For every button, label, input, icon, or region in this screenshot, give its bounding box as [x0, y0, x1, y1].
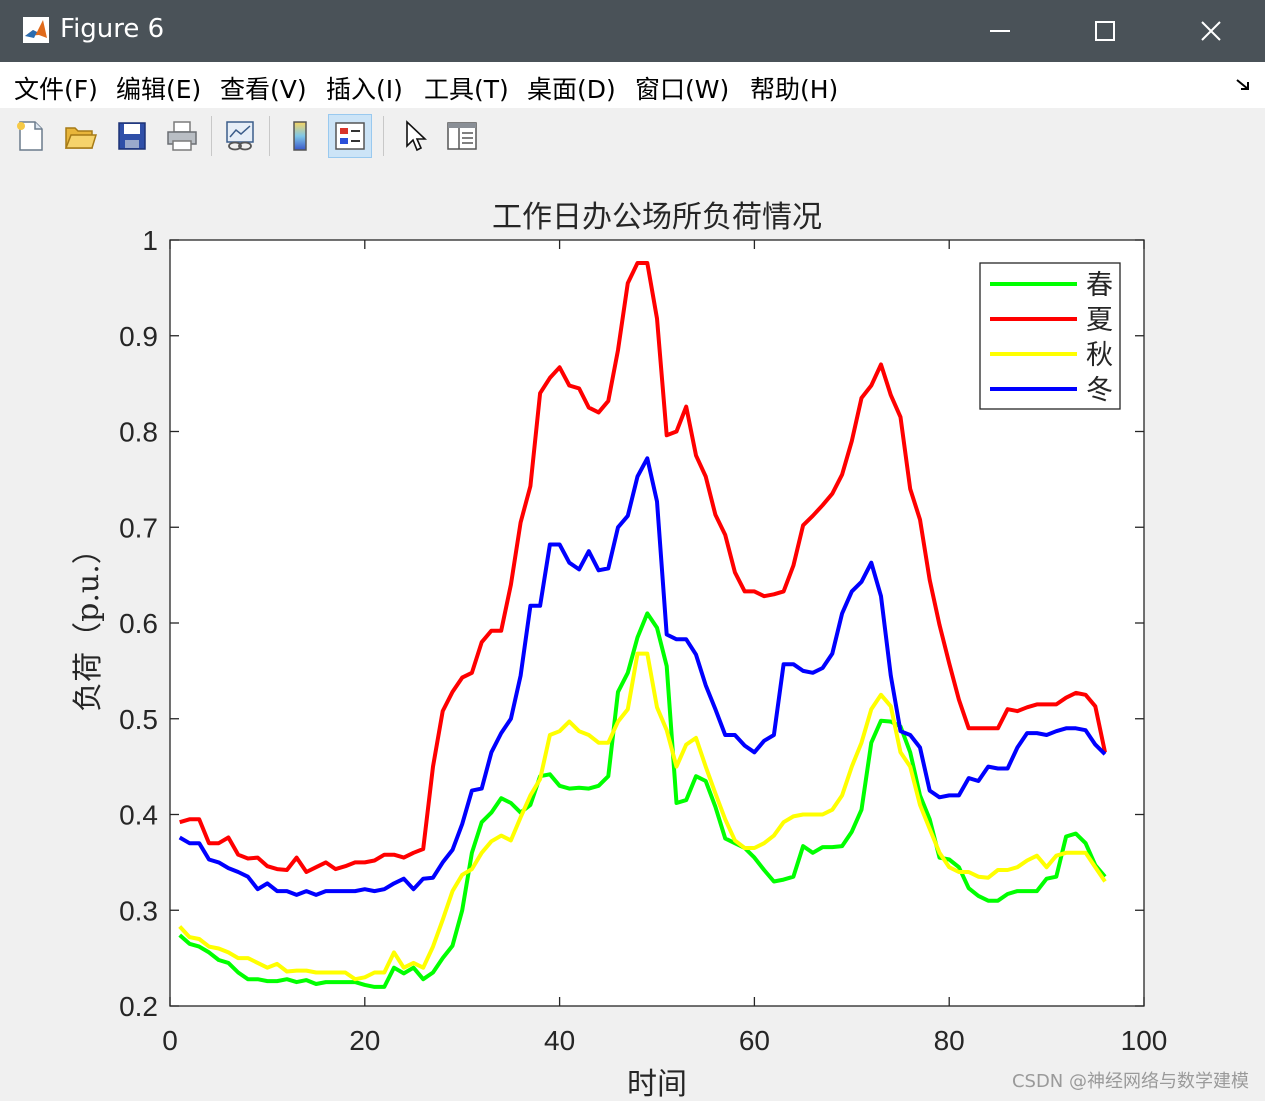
x-tick-label: 60 — [739, 1025, 770, 1056]
y-tick-label: 0.3 — [119, 895, 158, 926]
y-tick-label: 0.2 — [119, 991, 158, 1022]
y-tick-label: 0.9 — [119, 321, 158, 352]
property-inspector-button[interactable] — [440, 114, 484, 158]
legend[interactable]: 春夏秋冬 — [979, 262, 1121, 410]
link-plot-button[interactable] — [218, 114, 262, 158]
close-button[interactable] — [1166, 0, 1256, 62]
minimize-icon — [990, 30, 1010, 32]
x-axis-label: 时间 — [627, 1067, 687, 1101]
x-tick-label: 100 — [1121, 1025, 1168, 1056]
link-plot-icon — [226, 121, 254, 151]
menu-view[interactable]: 查看(V) — [220, 70, 307, 106]
legend-label: 冬 — [1086, 375, 1113, 406]
save-button[interactable] — [110, 114, 154, 158]
y-tick-label: 0.5 — [119, 704, 158, 735]
dock-arrow-icon[interactable] — [1235, 76, 1253, 94]
x-tick-label: 40 — [544, 1025, 575, 1056]
print-icon — [167, 121, 197, 151]
menu-bar: 文件(F) 编辑(E) 查看(V) 插入(I) 工具(T) 桌面(D) 窗口(W… — [0, 62, 1265, 109]
save-icon — [118, 122, 146, 150]
maximize-button[interactable] — [1060, 0, 1150, 62]
legend-label: 春 — [1086, 270, 1113, 301]
toolbar-separator — [211, 116, 212, 156]
x-tick-label: 20 — [349, 1025, 380, 1056]
window-title-bar: Figure 6 — [0, 0, 1265, 62]
property-inspector-icon — [447, 122, 477, 150]
colorbar-icon — [293, 121, 307, 151]
menu-insert[interactable]: 插入(I) — [326, 70, 403, 106]
y-tick-label: 0.6 — [119, 608, 158, 639]
legend-label: 夏 — [1086, 305, 1113, 336]
legend-icon — [335, 122, 365, 150]
window-title: Figure 6 — [60, 14, 165, 44]
pointer-button[interactable] — [392, 114, 436, 158]
menu-edit[interactable]: 编辑(E) — [116, 70, 201, 106]
y-tick-label: 0.4 — [119, 800, 158, 831]
open-file-icon — [64, 127, 97, 149]
close-icon — [1201, 21, 1221, 41]
toolbar-separator — [383, 116, 384, 156]
maximize-icon — [1095, 21, 1115, 41]
menu-tools[interactable]: 工具(T) — [424, 70, 509, 106]
open-file-button[interactable] — [58, 114, 102, 158]
colorbar-button[interactable] — [278, 114, 322, 158]
menu-help[interactable]: 帮助(H) — [750, 70, 838, 106]
y-tick-label: 0.8 — [119, 417, 158, 448]
y-tick-label: 1 — [142, 225, 158, 256]
x-tick-label: 0 — [162, 1025, 178, 1056]
y-axis-label: 负荷（p.u.） — [71, 534, 106, 712]
legend-button[interactable] — [328, 114, 372, 158]
legend-label: 秋 — [1086, 340, 1113, 371]
chart-title: 工作日办公场所负荷情况 — [492, 200, 822, 235]
watermark: CSDN @神经网络与数学建模 — [1011, 1071, 1249, 1092]
menu-desktop[interactable]: 桌面(D) — [527, 70, 616, 106]
print-button[interactable] — [160, 114, 204, 158]
x-tick-label: 80 — [934, 1025, 965, 1056]
figure-canvas: 0 20 40 60 80 100 0.2 0.3 0.4 0.5 0.6 0.7 0.8 0.9 1 工作… — [0, 164, 1265, 1101]
new-figure-icon — [17, 121, 43, 151]
y-tick-label: 0.7 — [119, 512, 158, 543]
matlab-logo-icon — [23, 17, 49, 43]
pointer-icon — [406, 120, 428, 152]
toolbar-separator — [269, 116, 270, 156]
new-figure-button[interactable] — [8, 114, 52, 158]
minimize-button[interactable] — [955, 0, 1045, 62]
menu-window[interactable]: 窗口(W) — [635, 70, 729, 106]
toolbar — [0, 108, 1265, 165]
menu-file[interactable]: 文件(F) — [14, 70, 98, 106]
